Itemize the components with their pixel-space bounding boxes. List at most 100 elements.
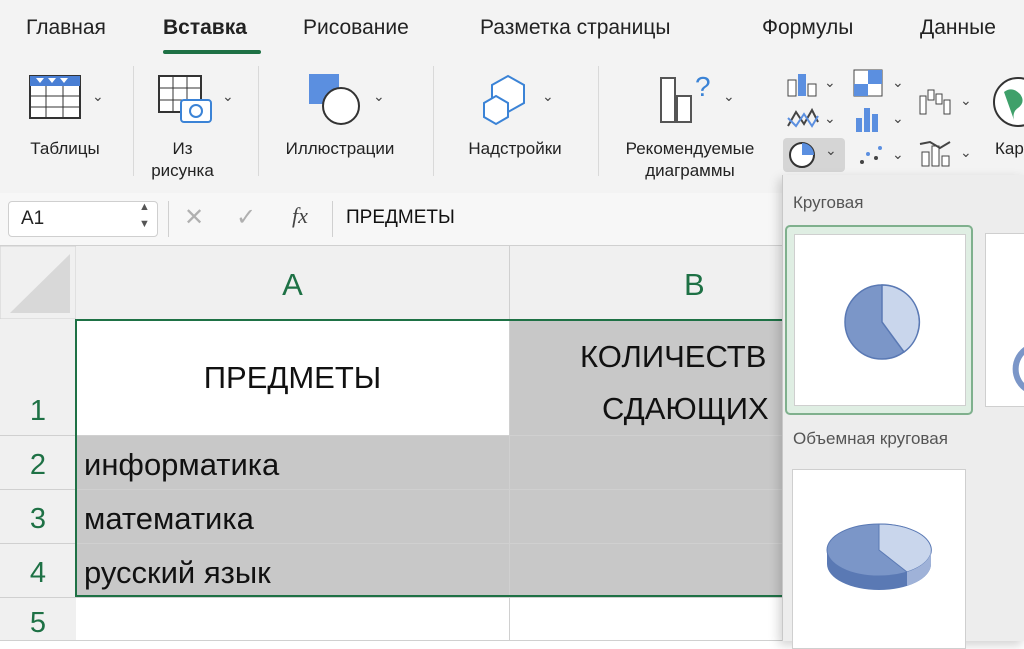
row-header-4[interactable]: 4 [0, 544, 76, 598]
chevron-down-icon: ⌄ [92, 88, 104, 104]
scatter-chart-icon[interactable] [856, 142, 886, 168]
recommended-label-1: Рекомендуемые [625, 139, 755, 158]
select-all-corner[interactable] [0, 246, 76, 319]
chevron-down-icon: ⌄ [222, 88, 234, 104]
formula-bar: A1 ▲ ▼ ✕ ✓ fx ПРЕДМЕТЫ [0, 193, 790, 246]
tab-draw[interactable]: Рисование [303, 16, 409, 40]
section-title-pie: Круговая [793, 193, 864, 212]
cancel-icon[interactable]: ✕ [184, 203, 204, 232]
name-box-value: A1 [21, 208, 45, 229]
recommended-chart-icon: ? [660, 71, 711, 123]
cell-b1-line2: СДАЮЩИХ [602, 391, 769, 426]
addins-label: Надстройки [468, 139, 562, 158]
fx-icon[interactable]: fx [292, 203, 308, 229]
cell-a3-text: математика [84, 501, 254, 536]
chevron-down-icon[interactable]: ⌄ [892, 146, 904, 163]
cell-a3[interactable]: математика [76, 490, 510, 544]
cell-a1[interactable]: ПРЕДМЕТЫ [76, 319, 510, 436]
chevron-down-icon: ⌄ [373, 88, 385, 104]
from-picture-label-1: Из [172, 139, 193, 158]
combo-chart-icon[interactable] [918, 138, 952, 170]
active-tab-indicator [163, 50, 261, 54]
waterfall-chart-icon[interactable] [918, 86, 952, 118]
hierarchy-chart-icon[interactable] [852, 68, 886, 98]
formula-input[interactable]: ПРЕДМЕТЫ [346, 207, 455, 229]
shapes-icon [309, 74, 360, 125]
ribbon-divider [258, 66, 259, 176]
row-header-3[interactable]: 3 [0, 490, 76, 544]
pie-chart-button-active[interactable]: ⌄ [783, 138, 845, 172]
stepper-up-icon: ▲ [139, 201, 150, 213]
illustrations-button[interactable]: ⌄ Иллюстрации [265, 58, 425, 193]
globe-map-icon[interactable] [990, 74, 1024, 130]
chevron-down-icon: ⌄ [825, 142, 837, 158]
tab-insert[interactable]: Вставка [163, 16, 247, 40]
ribbon: ⌄ Таблицы ⌄ Из рисунка ⌄ Иллюстрации ⌄ Н… [0, 58, 1024, 194]
stats-chart-icon[interactable] [852, 104, 886, 134]
chevron-down-icon[interactable]: ⌄ [824, 110, 836, 127]
illustrations-label: Иллюстрации [285, 139, 395, 158]
cell-a4-text: русский язык [84, 555, 271, 590]
chevron-down-icon: ⌄ [723, 88, 735, 104]
chevron-down-icon[interactable]: ⌄ [960, 92, 972, 109]
camera-table-icon [158, 75, 212, 123]
pie-2d-thumbnail [794, 234, 966, 406]
chevron-down-icon[interactable]: ⌄ [960, 144, 972, 161]
formula-divider [168, 201, 169, 237]
cell-a2-text: информатика [84, 447, 280, 482]
tab-data[interactable]: Данные [920, 16, 996, 40]
recommended-charts-button[interactable]: ? ⌄ Рекомендуемые диаграммы [605, 58, 775, 193]
addins-button[interactable]: ⌄ Надстройки [440, 58, 590, 193]
tab-page-layout[interactable]: Разметка страницы [480, 16, 671, 40]
cell-b1-line1: КОЛИЧЕСТВ [580, 339, 767, 374]
column-header-a[interactable]: A [76, 246, 510, 319]
pie-chart-icon [789, 142, 815, 168]
pie-chart-gallery: Круговая Объемная круговая [782, 175, 1024, 649]
row-header-2[interactable]: 2 [0, 436, 76, 490]
pie-2d-option[interactable] [785, 225, 973, 415]
cell-a1-text: ПРЕДМЕТЫ [203, 360, 382, 395]
column-header-b[interactable]: B [510, 246, 790, 319]
ribbon-tab-bar: Главная Вставка Рисование Разметка стран… [0, 0, 1024, 58]
section-title-3d-pie: Объемная круговая [793, 429, 948, 448]
cell-a5[interactable] [76, 598, 510, 641]
pie-2d-preview [844, 284, 921, 360]
column-header-bar: A B [0, 246, 790, 320]
donut-preview-partial [1012, 347, 1024, 391]
cell-b4[interactable] [510, 544, 790, 598]
from-picture-button[interactable]: ⌄ Из рисунка [140, 58, 245, 193]
column-chart-icon[interactable] [786, 70, 820, 98]
cell-b3[interactable] [510, 490, 790, 544]
line-chart-icon[interactable] [786, 106, 820, 132]
tab-formulas[interactable]: Формулы [762, 16, 853, 40]
cell-b2[interactable] [510, 436, 790, 490]
ribbon-divider [133, 66, 134, 176]
chevron-down-icon: ⌄ [542, 88, 554, 104]
chevron-down-icon[interactable]: ⌄ [892, 110, 904, 127]
addins-hexagon-icon [483, 74, 525, 126]
pie-3d-preview [826, 523, 932, 590]
chevron-down-icon[interactable]: ⌄ [824, 74, 836, 91]
pie-3d-option[interactable] [792, 469, 966, 649]
confirm-icon[interactable]: ✓ [236, 203, 256, 232]
cell-b5[interactable] [510, 598, 790, 641]
stepper-down-icon: ▼ [139, 218, 150, 230]
tables-button[interactable]: ⌄ Таблицы [0, 58, 115, 193]
chevron-down-icon[interactable]: ⌄ [892, 74, 904, 91]
name-box[interactable]: A1 ▲ ▼ [8, 201, 158, 237]
donut-option-partial[interactable] [985, 233, 1024, 407]
ribbon-divider [598, 66, 599, 176]
from-picture-label-2: рисунка [151, 161, 214, 180]
formula-divider [332, 201, 333, 237]
table-icon [29, 75, 81, 119]
svg-text:?: ? [695, 71, 711, 102]
row-header-1[interactable]: 1 [0, 319, 76, 436]
maps-label: Кар [995, 139, 1024, 158]
cell-a4[interactable]: русский язык [76, 544, 510, 598]
tables-label: Таблицы [30, 139, 100, 158]
ribbon-divider [433, 66, 434, 176]
cell-b1[interactable]: КОЛИЧЕСТВ СДАЮЩИХ [510, 319, 790, 436]
tab-home[interactable]: Главная [26, 16, 106, 40]
row-header-5[interactable]: 5 [0, 598, 76, 641]
cell-a2[interactable]: информатика [76, 436, 510, 490]
